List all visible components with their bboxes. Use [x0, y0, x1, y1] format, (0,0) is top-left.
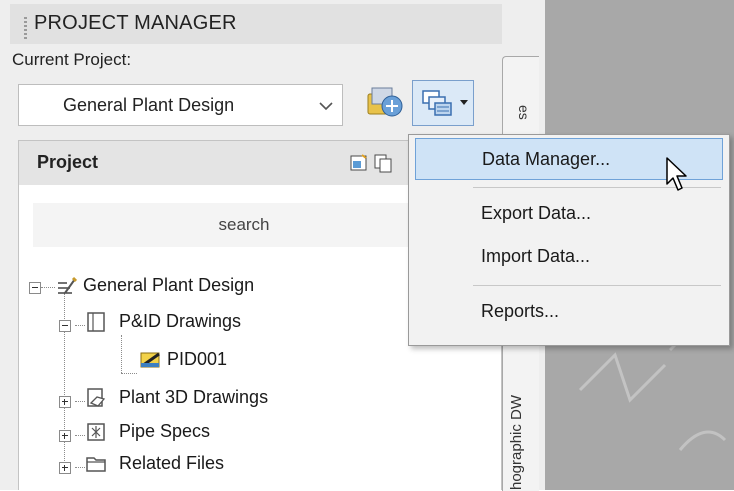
folder-icon: [86, 457, 106, 472]
mouse-pointer-icon: [666, 157, 687, 191]
data-manager-split-button[interactable]: [412, 80, 474, 126]
menu-separator: [473, 285, 721, 286]
chevron-down-icon: [319, 102, 333, 111]
tree-item-label[interactable]: Pipe Specs: [119, 421, 210, 442]
expand-toggle[interactable]: [59, 396, 71, 408]
menu-item-reports[interactable]: Reports...: [415, 291, 723, 333]
data-manager-icon: [422, 90, 452, 116]
menu-item-label: Import Data...: [481, 246, 591, 266]
tree-item-label[interactable]: General Plant Design: [83, 275, 254, 296]
pid-drawing-icon: [140, 352, 160, 368]
current-project-value: General Plant Design: [63, 95, 235, 115]
tree-item-label[interactable]: Plant 3D Drawings: [119, 387, 268, 408]
project-icon: [58, 276, 77, 294]
plant3d-folder-icon: [87, 388, 106, 407]
current-project-label: Current Project:: [12, 50, 132, 69]
expand-toggle[interactable]: [59, 430, 71, 442]
tree-item-label[interactable]: P&ID Drawings: [119, 311, 241, 332]
dropdown-arrow-icon: [460, 100, 468, 105]
palette-title: PROJECT MANAGER: [34, 12, 237, 34]
grip-icon[interactable]: [24, 17, 27, 39]
tree-item-label[interactable]: PID001: [167, 349, 227, 370]
menu-item-label: Export Data...: [481, 203, 592, 223]
pid-folder-icon: [87, 312, 105, 332]
open-project-icon[interactable]: [362, 80, 406, 124]
menu-item-export-data[interactable]: Export Data...: [415, 193, 723, 235]
current-project-dropdown[interactable]: General Plant Design: [18, 84, 343, 126]
collapse-toggle[interactable]: [29, 282, 41, 294]
pipe-specs-icon: [87, 423, 105, 441]
collapse-toggle[interactable]: [59, 320, 71, 332]
palette-title-bar[interactable]: PROJECT MANAGER: [10, 4, 502, 44]
menu-item-label: Reports...: [481, 301, 560, 321]
expand-toggle[interactable]: [59, 462, 71, 474]
side-tab-label-bottom[interactable]: hographic DW: [508, 322, 532, 490]
menu-item-label: Data Manager...: [482, 149, 611, 169]
tree-item-label[interactable]: Related Files: [119, 453, 224, 474]
menu-item-import-data[interactable]: Import Data...: [415, 236, 723, 278]
